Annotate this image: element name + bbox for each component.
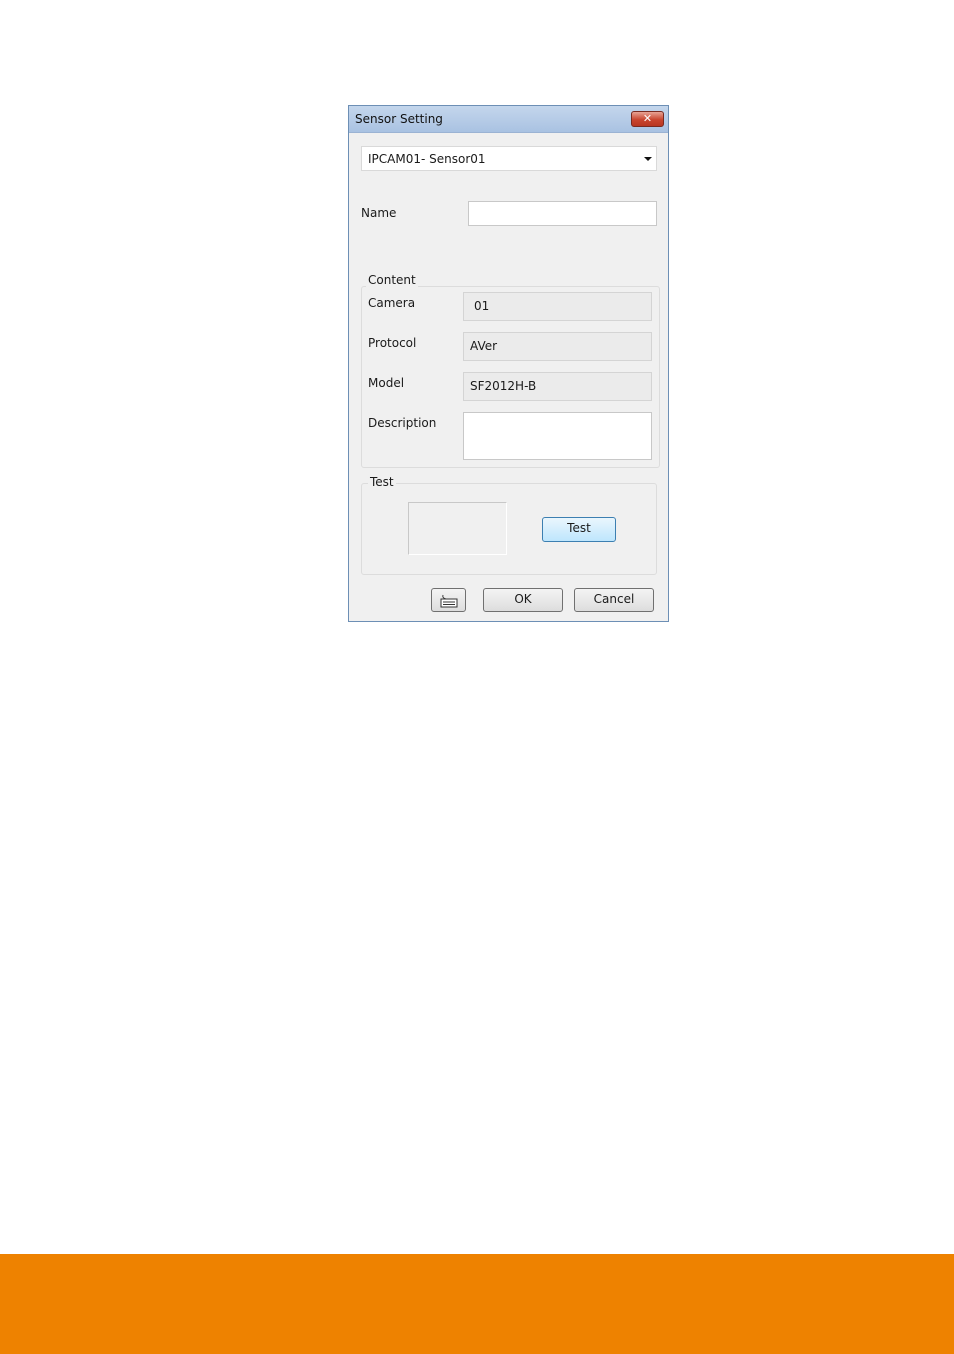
camera-label: Camera xyxy=(368,296,416,310)
cancel-button[interactable]: Cancel xyxy=(574,588,654,612)
test-status-indicator xyxy=(408,502,507,555)
model-field: SF2012H-B xyxy=(463,372,652,401)
protocol-value: AVer xyxy=(470,339,498,353)
description-label: Description xyxy=(368,416,437,430)
ok-button[interactable]: OK xyxy=(483,588,563,612)
dialog-title: Sensor Setting xyxy=(355,112,443,126)
name-input[interactable] xyxy=(468,201,657,226)
sensor-setting-dialog: Sensor Setting ✕ IPCAM01- Sensor01 Name … xyxy=(348,105,669,622)
test-button-label: Test xyxy=(567,521,591,535)
description-input[interactable] xyxy=(463,412,652,460)
close-icon: ✕ xyxy=(642,112,653,125)
camera-field: 01 xyxy=(463,292,652,321)
protocol-field: AVer xyxy=(463,332,652,361)
content-group-label: Content xyxy=(366,273,418,287)
model-value: SF2012H-B xyxy=(470,379,537,393)
sensor-select-value: IPCAM01- Sensor01 xyxy=(368,152,486,166)
sensor-select[interactable]: IPCAM01- Sensor01 xyxy=(361,146,657,171)
keyboard-icon xyxy=(440,594,458,608)
model-label: Model xyxy=(368,376,405,390)
ok-button-label: OK xyxy=(514,592,532,606)
title-bar[interactable]: Sensor Setting ✕ xyxy=(349,106,668,133)
close-button[interactable]: ✕ xyxy=(631,111,664,127)
chevron-down-icon xyxy=(644,157,652,161)
test-button[interactable]: Test xyxy=(542,517,616,542)
protocol-label: Protocol xyxy=(368,336,417,350)
name-label: Name xyxy=(361,206,397,220)
footer-bar xyxy=(0,1254,954,1354)
keyboard-button[interactable] xyxy=(431,588,466,612)
cancel-button-label: Cancel xyxy=(593,592,635,606)
test-group-label: Test xyxy=(368,475,396,489)
camera-value: 01 xyxy=(474,299,490,313)
